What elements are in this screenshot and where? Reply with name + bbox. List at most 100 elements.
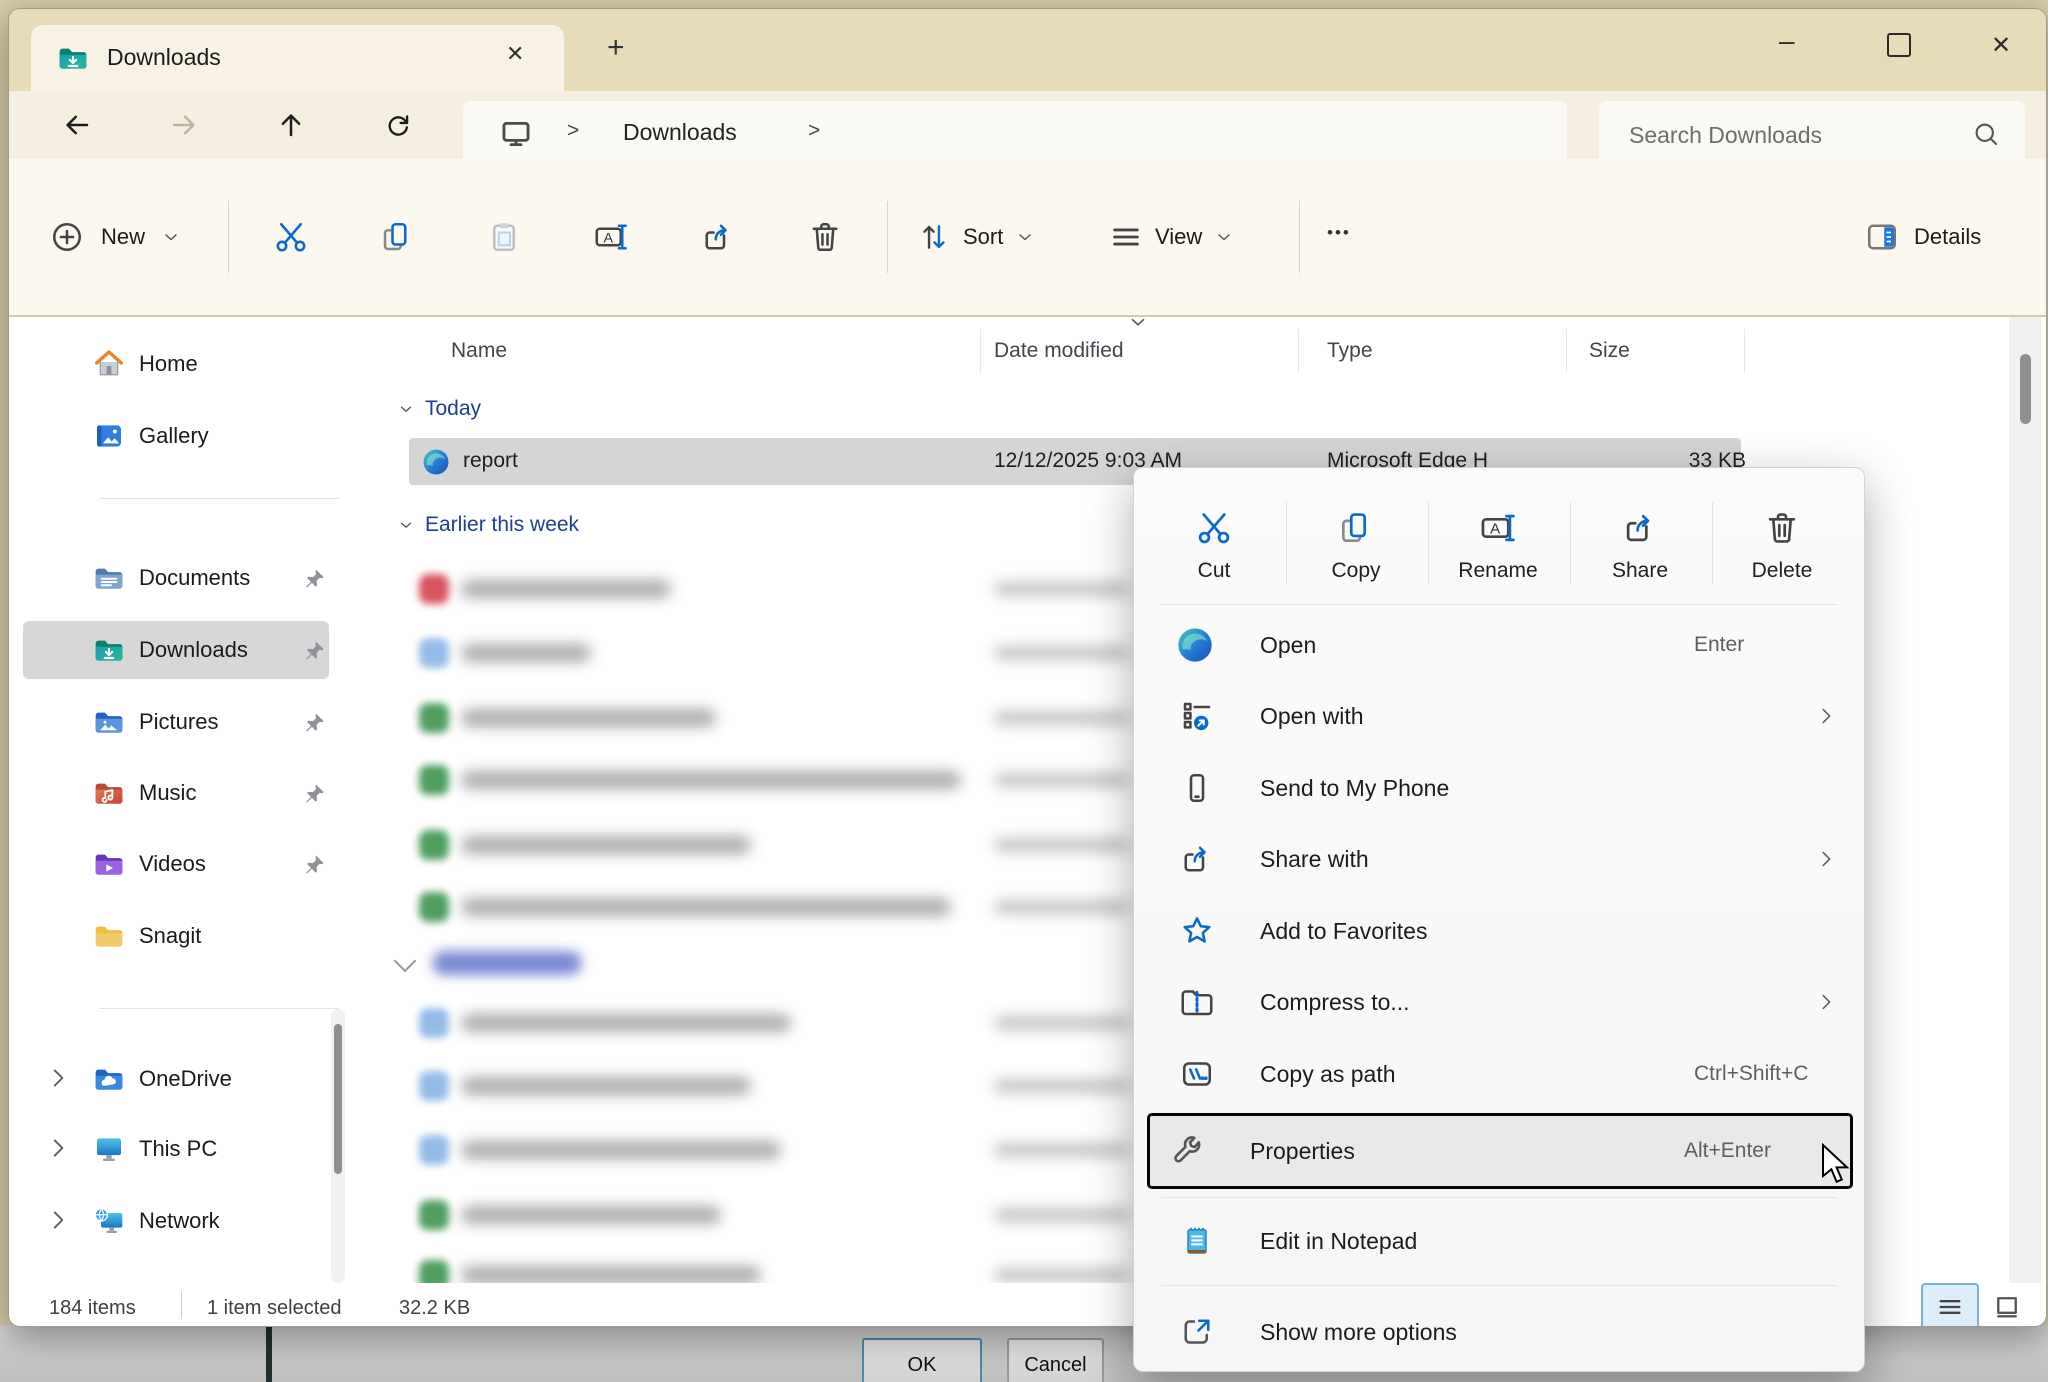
chevron-down-icon xyxy=(1214,227,1234,247)
address-bar[interactable]: > Downloads > xyxy=(463,101,1567,167)
sidebar-item-label: Music xyxy=(139,780,196,806)
details-view-toggle[interactable] xyxy=(1921,1283,1979,1327)
details-pane-button[interactable]: Details xyxy=(1864,187,1981,287)
delete-icon xyxy=(1763,509,1801,547)
tab-title: Downloads xyxy=(107,44,221,71)
sidebar-item-documents[interactable]: Documents xyxy=(93,551,250,605)
pictures-folder-icon xyxy=(93,706,125,738)
quick-action-cut[interactable]: Cut xyxy=(1144,490,1284,602)
pin-icon xyxy=(301,710,327,736)
share-icon xyxy=(1621,509,1659,547)
sidebar-item-onedrive[interactable]: OneDrive xyxy=(93,1052,232,1106)
chevron-right-icon[interactable] xyxy=(45,1065,71,1091)
menu-item-send-to-my-phone[interactable]: Send to My Phone xyxy=(1147,752,1851,824)
chevron-right-icon[interactable] xyxy=(45,1207,71,1233)
menu-item-open-with[interactable]: Open with xyxy=(1147,680,1851,752)
quick-action-rename[interactable]: Rename xyxy=(1428,490,1568,602)
menu-item-copy-as-path[interactable]: Copy as path Ctrl+Shift+C xyxy=(1147,1038,1851,1110)
breadcrumb[interactable]: Downloads xyxy=(623,119,737,146)
sidebar-scrollbar-thumb[interactable] xyxy=(334,1024,342,1174)
column-divider[interactable] xyxy=(1744,329,1745,373)
quick-action-label: Rename xyxy=(1458,559,1537,583)
copy-icon[interactable] xyxy=(379,219,415,255)
menu-item-label: Send to My Phone xyxy=(1260,752,1449,824)
menu-separator xyxy=(1161,1285,1837,1286)
back-button[interactable] xyxy=(55,103,99,147)
sidebar-item-music[interactable]: Music xyxy=(93,766,196,820)
new-tab-icon[interactable]: + xyxy=(607,31,625,65)
group-header-earlier-this-week[interactable]: Earlier this week xyxy=(397,513,579,537)
minimize-icon[interactable]: – xyxy=(1779,25,1795,57)
cancel-button[interactable]: Cancel xyxy=(1007,1338,1104,1382)
mouse-cursor xyxy=(1818,1143,1852,1187)
sidebar-item-label: Home xyxy=(139,351,198,377)
menu-item-properties[interactable]: Properties Alt+Enter xyxy=(1147,1113,1853,1189)
this-pc-icon[interactable] xyxy=(499,117,533,151)
ok-button[interactable]: OK xyxy=(862,1338,982,1382)
sidebar-item-network[interactable]: Network xyxy=(93,1194,220,1248)
tab-close-icon[interactable]: ✕ xyxy=(506,41,524,67)
sort-button[interactable]: Sort xyxy=(917,187,1035,287)
sidebar-item-downloads[interactable]: Downloads xyxy=(93,623,248,677)
menu-item-open[interactable]: Open Enter xyxy=(1147,609,1851,681)
quick-action-share[interactable]: Share xyxy=(1570,490,1710,602)
close-icon[interactable]: ✕ xyxy=(1991,31,2011,60)
delete-icon[interactable] xyxy=(807,219,843,255)
menu-item-share-with[interactable]: Share with xyxy=(1147,823,1851,895)
group-header-last-week-blurred[interactable] xyxy=(397,945,797,985)
column-divider[interactable] xyxy=(1566,329,1567,373)
group-header-today[interactable]: Today xyxy=(397,397,481,421)
menu-item-show-more-options[interactable]: Show more options xyxy=(1147,1296,1851,1368)
sidebar-item-this-pc[interactable]: This PC xyxy=(93,1122,217,1176)
up-button[interactable] xyxy=(269,103,313,147)
tab-downloads[interactable]: Downloads ✕ xyxy=(31,25,564,91)
sidebar-divider xyxy=(99,1008,339,1009)
menu-item-shortcut: Ctrl+Shift+C xyxy=(1694,1038,1808,1110)
downloads-folder-icon xyxy=(93,634,125,666)
maximize-icon[interactable] xyxy=(1887,33,1911,57)
column-header-date[interactable]: Date modified xyxy=(994,339,1124,363)
search-icon[interactable] xyxy=(1971,119,2001,149)
sidebar-item-pictures[interactable]: Pictures xyxy=(93,695,218,749)
sidebar-item-home[interactable]: Home xyxy=(93,337,198,391)
scrollbar-thumb[interactable] xyxy=(2020,354,2031,424)
column-header-size[interactable]: Size xyxy=(1589,339,1630,363)
column-header-type[interactable]: Type xyxy=(1327,339,1373,363)
refresh-button[interactable] xyxy=(376,103,420,147)
toolbar-divider xyxy=(228,201,229,273)
folder-icon xyxy=(93,920,125,952)
menu-item-label: Properties xyxy=(1250,1116,1355,1186)
forward-button[interactable] xyxy=(162,103,206,147)
column-divider[interactable] xyxy=(1298,329,1299,373)
quick-action-copy[interactable]: Copy xyxy=(1286,490,1426,602)
sidebar-item-gallery[interactable]: Gallery xyxy=(93,409,209,463)
column-divider[interactable] xyxy=(980,329,981,373)
column-header-name[interactable]: Name xyxy=(451,339,507,363)
quick-action-delete[interactable]: Delete xyxy=(1712,490,1852,602)
more-options-icon[interactable]: ••• xyxy=(1327,223,1351,243)
menu-item-edit-in-notepad[interactable]: Edit in Notepad xyxy=(1147,1205,1851,1277)
paste-icon[interactable] xyxy=(486,219,522,255)
rename-icon[interactable] xyxy=(593,219,629,255)
cut-icon xyxy=(1195,509,1233,547)
titlebar[interactable]: Downloads ✕ + – ✕ xyxy=(9,9,2046,91)
up-icon xyxy=(276,110,306,140)
sidebar-item-snagit[interactable]: Snagit xyxy=(93,909,201,963)
new-button[interactable]: New xyxy=(49,187,181,287)
compress-zip-icon xyxy=(1179,984,1215,1020)
large-icons-view-toggle[interactable] xyxy=(1993,1293,2021,1321)
scrollbar-track[interactable] xyxy=(2009,317,2041,1283)
submenu-chevron-icon xyxy=(1815,991,1837,1013)
details-pane-icon xyxy=(1864,219,1900,255)
menu-item-add-to-favorites[interactable]: Add to Favorites xyxy=(1147,895,1851,967)
cut-icon[interactable] xyxy=(273,219,309,255)
open-with-icon xyxy=(1179,698,1215,734)
sidebar-scrollbar-track[interactable] xyxy=(331,1009,345,1283)
chevron-right-icon[interactable] xyxy=(45,1135,71,1161)
onedrive-icon xyxy=(93,1063,125,1095)
view-button[interactable]: View xyxy=(1109,187,1234,287)
menu-item-compress-to[interactable]: Compress to... xyxy=(1147,966,1851,1038)
search-box[interactable] xyxy=(1599,101,2025,167)
sidebar-item-videos[interactable]: Videos xyxy=(93,837,206,891)
share-icon[interactable] xyxy=(700,219,736,255)
